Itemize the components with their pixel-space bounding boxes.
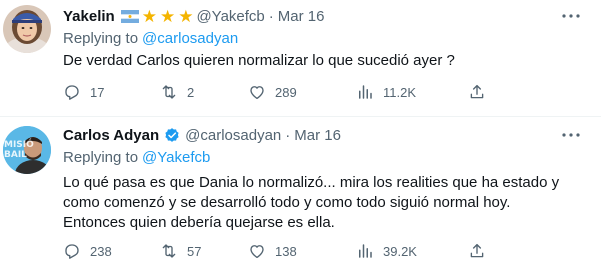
avatar[interactable]	[3, 5, 51, 53]
author-handle[interactable]: @Yakefcb	[196, 8, 264, 25]
star-icon: ★	[159, 6, 176, 26]
tweet-text: Lo qué pasa es que Dania lo normalizó...…	[63, 173, 583, 233]
share-icon	[470, 84, 484, 99]
retweet-icon	[162, 244, 176, 258]
star-icon: ★	[178, 6, 194, 26]
tweet-text-line: De verdad Carlos quieren normalizar lo q…	[63, 52, 455, 69]
reply-icon	[65, 244, 79, 259]
views-button[interactable]: 11.2K	[356, 82, 416, 102]
author-name[interactable]: Yakelin	[63, 8, 115, 25]
share-button[interactable]	[468, 82, 495, 102]
more-icon[interactable]	[561, 130, 581, 140]
avatar-overlay-text: MISIÓ BAIL	[4, 140, 34, 160]
replying-to-mention[interactable]: @Yakefcb	[142, 149, 210, 166]
reply-button[interactable]: 238	[63, 241, 112, 261]
reply-button[interactable]: 17	[63, 82, 104, 102]
replying-to: Replying to @carlosadyan	[63, 30, 238, 47]
tweet-header: Carlos Adyan @carlosadyan · Mar 16	[63, 125, 341, 145]
tweet-date[interactable]: Mar 16	[278, 8, 325, 25]
tweet-text-line: como comenzó y se desarrolló todo y como…	[63, 194, 511, 211]
reply-count: 238	[90, 243, 112, 259]
tweet-actions: 238 57 138 39.2K	[63, 241, 523, 261]
tweet-text-line: Entonces quien debería quejarse es ella.	[63, 214, 335, 231]
share-icon	[470, 243, 484, 258]
like-button[interactable]: 289	[248, 82, 297, 102]
tweet-actions: 17 2 289 11.2K	[63, 82, 523, 102]
avatar[interactable]: MISIÓ BAIL	[3, 126, 51, 174]
view-count: 11.2K	[383, 84, 417, 100]
tweet-header: Yakelin ★ ★ ★ @Yakefcb · Mar 16	[63, 6, 324, 26]
tweet-yakelin[interactable]: Yakelin ★ ★ ★ @Yakefcb · Mar 16 Replying…	[0, 0, 601, 116]
tweet-date[interactable]: Mar 16	[294, 127, 341, 144]
replying-to-label: Replying to	[63, 30, 139, 47]
replying-to-mention[interactable]: @carlosadyan	[142, 30, 238, 47]
tweet-carlos-adyan[interactable]: MISIÓ BAIL Carlos Adyan @carlosadyan · M…	[0, 116, 601, 261]
like-button[interactable]: 138	[248, 241, 297, 261]
star-icon: ★	[141, 6, 157, 26]
author-handle[interactable]: @carlosadyan	[185, 127, 281, 144]
reply-icon	[65, 85, 79, 100]
reply-count: 17	[90, 84, 105, 100]
views-icon	[359, 244, 372, 258]
argentina-flag-icon	[120, 9, 139, 23]
retweet-button[interactable]: 57	[160, 241, 201, 261]
share-button[interactable]	[468, 241, 495, 261]
view-count: 39.2K	[383, 243, 417, 259]
views-button[interactable]: 39.2K	[356, 241, 417, 261]
retweet-count: 2	[187, 84, 195, 100]
tweet-text: De verdad Carlos quieren normalizar lo q…	[63, 51, 583, 71]
tweet-text-line: Lo qué pasa es que Dania lo normalizó...…	[63, 174, 560, 191]
like-icon	[250, 245, 264, 259]
replying-to: Replying to @Yakefcb	[63, 149, 210, 166]
views-icon	[359, 85, 372, 99]
like-count: 138	[275, 243, 297, 259]
retweet-count: 57	[187, 243, 202, 259]
separator: ·	[285, 126, 291, 144]
retweet-icon	[162, 85, 176, 99]
separator: ·	[268, 7, 274, 25]
replying-to-label: Replying to	[63, 149, 139, 166]
like-count: 289	[275, 84, 297, 100]
more-icon[interactable]	[561, 11, 581, 21]
author-name[interactable]: Carlos Adyan	[63, 127, 159, 144]
retweet-button[interactable]: 2	[160, 82, 194, 102]
like-icon	[250, 86, 264, 100]
verified-icon	[163, 126, 181, 144]
